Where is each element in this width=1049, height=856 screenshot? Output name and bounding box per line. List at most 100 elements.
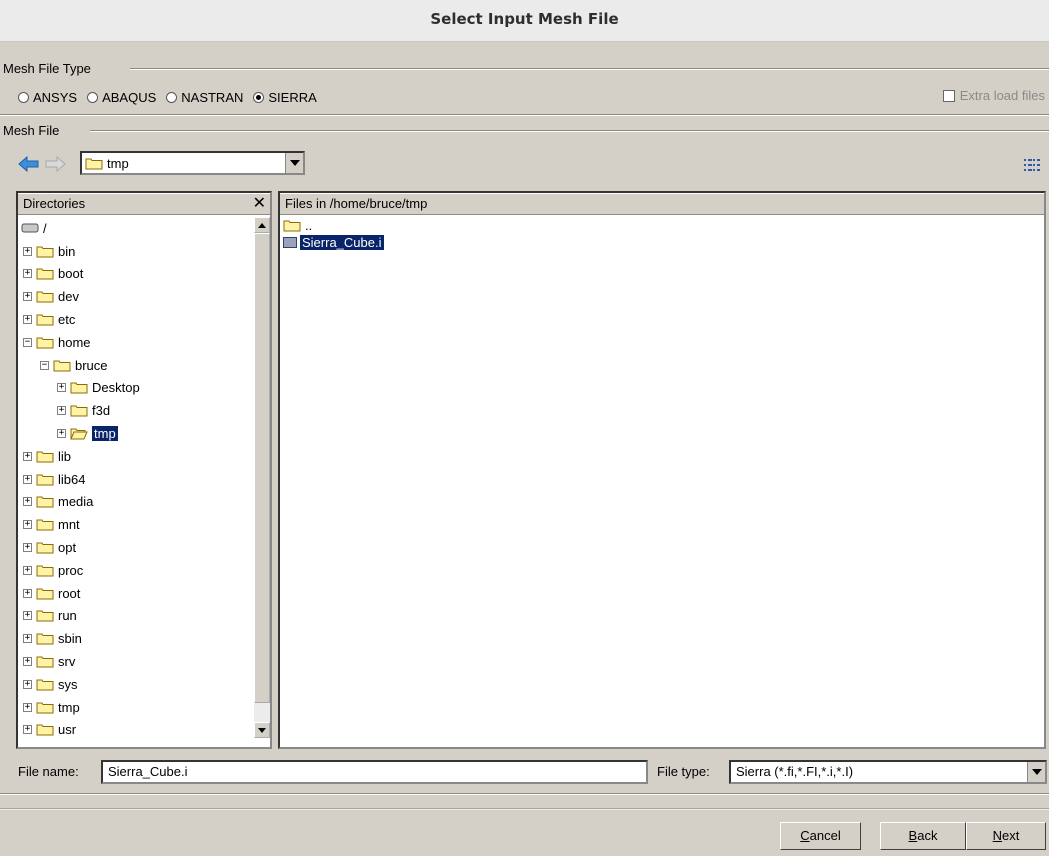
tree-item-label: proc bbox=[58, 562, 84, 578]
expand-icon[interactable]: + bbox=[23, 451, 32, 461]
folder-icon bbox=[36, 724, 54, 736]
list-view-icon[interactable] bbox=[1023, 158, 1041, 172]
expand-icon[interactable]: + bbox=[23, 497, 32, 507]
tree-item-home[interactable]: − home bbox=[18, 331, 254, 354]
tree-item-sys[interactable]: + sys bbox=[18, 673, 254, 696]
radio-sierra-label: SIERRA bbox=[268, 89, 317, 105]
back-button[interactable]: Back bbox=[880, 822, 966, 850]
tree-item-bin[interactable]: + bin bbox=[18, 240, 254, 263]
tree-item-f3d[interactable]: + f3d bbox=[18, 399, 254, 422]
expand-icon[interactable]: + bbox=[23, 725, 32, 735]
scroll-down-icon[interactable] bbox=[254, 722, 270, 738]
file-item[interactable]: .. bbox=[280, 217, 1044, 234]
tree-item-boot[interactable]: + boot bbox=[18, 263, 254, 286]
radio-dot-selected-icon bbox=[253, 91, 265, 103]
tree-item-usr[interactable]: + usr bbox=[18, 719, 254, 736]
radio-sierra[interactable]: SIERRA bbox=[253, 89, 317, 105]
expand-icon[interactable]: + bbox=[23, 543, 32, 553]
expand-icon[interactable]: + bbox=[23, 315, 32, 325]
folder-icon bbox=[70, 382, 88, 394]
window-title: Select Input Mesh File bbox=[430, 10, 619, 28]
back-mnemonic: B bbox=[908, 828, 918, 843]
radio-nastran[interactable]: NASTRAN bbox=[166, 90, 243, 105]
mesh-file-label: Mesh File bbox=[3, 123, 60, 138]
radio-nastran-label: NASTRAN bbox=[181, 89, 244, 105]
file-name-input[interactable]: Sierra_Cube.i bbox=[101, 760, 648, 784]
forward-arrow-icon[interactable] bbox=[44, 156, 66, 172]
expand-icon[interactable]: + bbox=[23, 702, 32, 712]
radio-abaqus[interactable]: ABAQUS bbox=[87, 90, 156, 105]
tree-item-mnt[interactable]: + mnt bbox=[18, 513, 254, 536]
expand-icon[interactable]: + bbox=[57, 383, 66, 393]
file-type-value: Sierra (*.fi,*.FI,*.i,*.I) bbox=[736, 764, 854, 779]
path-combo[interactable]: tmp bbox=[80, 151, 305, 175]
collapse-icon[interactable]: − bbox=[40, 360, 49, 370]
tree-item-proc[interactable]: + proc bbox=[18, 559, 254, 582]
expand-icon[interactable]: + bbox=[23, 565, 32, 575]
folder-icon bbox=[36, 702, 54, 714]
tree-item-bruce[interactable]: − bruce bbox=[18, 354, 254, 377]
folder-icon bbox=[36, 337, 54, 349]
directories-header: Directories ✕ bbox=[18, 193, 270, 215]
tree-item-label: run bbox=[58, 608, 77, 624]
file-item[interactable]: Sierra_Cube.i bbox=[280, 234, 1044, 251]
tree-item-root[interactable]: + root bbox=[18, 582, 254, 605]
expand-icon[interactable]: + bbox=[23, 520, 32, 530]
radio-ansys[interactable]: ANSYS bbox=[18, 90, 77, 105]
expand-icon[interactable]: + bbox=[23, 657, 32, 667]
next-label: ext bbox=[1002, 828, 1020, 843]
window-title-bar[interactable]: Select Input Mesh File bbox=[0, 0, 1049, 42]
expand-icon[interactable]: + bbox=[23, 611, 32, 621]
tree-item-label: opt bbox=[58, 540, 77, 556]
folder-icon bbox=[283, 220, 301, 232]
tree-item-run[interactable]: + run bbox=[18, 605, 254, 628]
expand-icon[interactable]: + bbox=[23, 269, 32, 279]
tree-item-label: root bbox=[58, 585, 81, 601]
expand-icon[interactable]: + bbox=[23, 634, 32, 644]
folder-icon bbox=[85, 158, 103, 169]
folder-icon bbox=[36, 679, 54, 691]
expand-icon[interactable]: + bbox=[57, 406, 66, 416]
collapse-icon[interactable]: − bbox=[23, 337, 32, 347]
directory-scrollbar[interactable] bbox=[254, 217, 270, 738]
tree-item-lib64[interactable]: + lib64 bbox=[18, 468, 254, 491]
tree-item-srv[interactable]: + srv bbox=[18, 650, 254, 673]
radio-dot-icon bbox=[18, 91, 29, 103]
next-mnemonic: N bbox=[992, 828, 1003, 843]
tree-item-lib[interactable]: + lib bbox=[18, 445, 254, 468]
directories-header-label: Directories bbox=[23, 196, 86, 211]
chevron-down-icon[interactable] bbox=[285, 153, 303, 173]
close-icon[interactable]: ✕ bbox=[253, 194, 266, 214]
folder-icon bbox=[36, 474, 54, 486]
expand-icon[interactable]: + bbox=[23, 679, 32, 689]
tree-item-label: tmp bbox=[58, 699, 80, 715]
expand-icon[interactable]: + bbox=[57, 429, 66, 439]
expand-icon[interactable]: + bbox=[23, 474, 32, 484]
file-name-label: File name: bbox=[18, 764, 79, 779]
scroll-up-icon[interactable] bbox=[254, 217, 270, 233]
tree-item-opt[interactable]: + opt bbox=[18, 536, 254, 559]
tree-item--[interactable]: / bbox=[18, 217, 254, 240]
tree-item-label: f3d bbox=[92, 403, 111, 419]
expand-icon[interactable]: + bbox=[23, 246, 32, 256]
expand-icon[interactable]: + bbox=[23, 588, 32, 598]
tree-item-sbin[interactable]: + sbin bbox=[18, 627, 254, 650]
tree-item-etc[interactable]: + etc bbox=[18, 308, 254, 331]
radio-dot-icon bbox=[87, 91, 99, 103]
tree-item-media[interactable]: + media bbox=[18, 491, 254, 514]
navigation-row bbox=[18, 151, 70, 177]
tree-item-label: tmp bbox=[92, 426, 118, 442]
tree-item-tmp[interactable]: + tmp bbox=[18, 696, 254, 719]
next-button[interactable]: Next bbox=[966, 822, 1046, 850]
scrollbar-thumb[interactable] bbox=[254, 233, 270, 703]
tree-item-desktop[interactable]: + Desktop bbox=[18, 377, 254, 400]
file-type-select[interactable]: Sierra (*.fi,*.FI,*.i,*.I) bbox=[729, 760, 1047, 784]
cancel-button[interactable]: Cancel bbox=[780, 822, 861, 850]
tree-item-dev[interactable]: + dev bbox=[18, 285, 254, 308]
extra-load-files-checkbox[interactable]: Extra load files bbox=[942, 88, 1045, 103]
chevron-down-icon[interactable] bbox=[1027, 762, 1045, 782]
back-arrow-icon[interactable] bbox=[18, 156, 40, 172]
folder-icon bbox=[36, 314, 54, 326]
expand-icon[interactable]: + bbox=[23, 292, 32, 302]
tree-item-tmp[interactable]: + tmp bbox=[18, 422, 254, 445]
